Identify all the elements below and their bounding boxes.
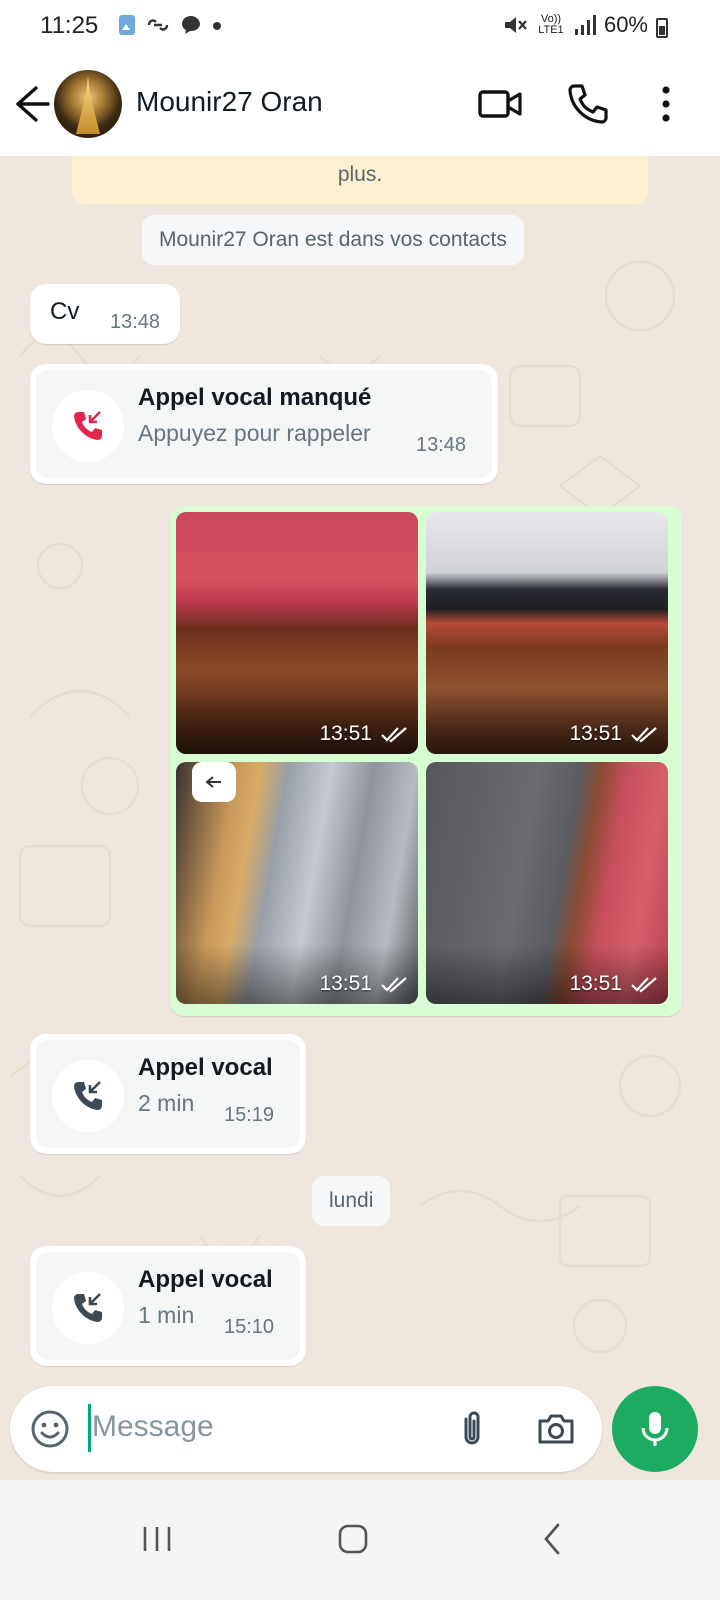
status-bar: 11:25 Vo)) LTE1 60% [0,0,720,54]
mute-icon [504,17,527,33]
attachment-icon[interactable] [450,1407,494,1451]
status-right: Vo)) LTE1 60% [502,12,670,38]
message-notification-icon [182,16,200,34]
chat-header: Mounir27 Oran [0,54,720,156]
call-title: Appel vocal [138,1266,273,1293]
incoming-call-icon [52,1060,124,1132]
dot-icon [213,22,221,30]
call-card: Appel vocal 1 min 15:10 [36,1252,300,1360]
call-duration: 2 min [138,1090,195,1116]
link-notification-icon [147,19,169,31]
home-icon[interactable] [328,1514,378,1564]
battery-icon [656,18,668,38]
call-card: Appel vocal manqué Appuyez pour rappeler… [36,370,492,478]
date-divider: lundi [312,1176,391,1226]
emoji-icon[interactable] [28,1407,72,1451]
date-divider-text: lundi [329,1189,374,1212]
call-duration: 1 min [138,1302,195,1328]
double-check-icon [381,977,407,993]
message-composer[interactable]: Message [10,1386,602,1472]
notification-icons [118,14,222,36]
camera-icon[interactable] [534,1407,578,1451]
call-subtitle: Appuyez pour rappeler [138,420,371,446]
photo-thumbnail[interactable]: 13:51 [176,762,418,1004]
photo-timestamp: 13:51 [319,972,408,996]
photo-thumbnail[interactable]: 13:51 [176,512,418,754]
message-time: 13:48 [110,311,161,333]
missed-call-bubble[interactable]: Appel vocal manqué Appuyez pour rappeler… [30,364,498,484]
photo-timestamp: 13:51 [569,972,658,996]
back-nav-icon[interactable] [528,1514,578,1564]
microphone-icon [641,1412,669,1446]
contact-notice: Mounir27 Oran est dans vos contacts [142,215,524,265]
status-time: 11:25 [40,12,99,39]
call-title: Appel vocal [138,1054,273,1081]
forward-badge[interactable] [192,762,236,802]
back-arrow-icon[interactable] [12,78,52,130]
voice-call-bubble[interactable]: Appel vocal 2 min 15:19 [30,1034,306,1154]
photo-time: 13:51 [569,972,622,995]
photo-thumbnail[interactable]: 13:51 [426,512,668,754]
contact-notice-text: Mounir27 Oran est dans vos contacts [159,228,507,251]
voice-call-icon[interactable] [564,80,612,128]
photo-thumbnail[interactable]: 13:51 [426,762,668,1004]
message-text: Cv [50,298,80,325]
photo-time: 13:51 [569,722,622,745]
message-input[interactable]: Message [92,1410,214,1444]
avatar[interactable] [54,70,122,138]
incoming-message[interactable]: Cv 13:48 [30,284,180,344]
call-card: Appel vocal 2 min 15:19 [36,1040,300,1148]
encryption-notice-text: plus. [337,163,383,186]
photo-timestamp: 13:51 [319,722,408,746]
photo-album-bubble[interactable]: 13:51 13:51 13:51 13:51 [170,506,682,1016]
battery-percent: 60% [603,12,648,37]
gallery-notification-icon [119,15,135,35]
call-time: 15:10 [224,1316,275,1338]
double-check-icon [631,977,657,993]
voice-call-bubble[interactable]: Appel vocal 1 min 15:10 [30,1246,306,1366]
contact-name[interactable]: Mounir27 Oran [136,86,323,118]
missed-call-icon [52,390,124,462]
recent-apps-icon[interactable] [132,1514,182,1564]
message-list[interactable]: plus. Mounir27 Oran est dans vos contact… [0,156,720,1390]
encryption-notice[interactable]: plus. [72,156,648,204]
text-cursor [88,1404,91,1452]
incoming-call-icon [52,1272,124,1344]
system-navigation-bar [0,1480,720,1600]
more-options-icon[interactable] [642,80,690,128]
photo-time: 13:51 [319,722,372,745]
signal-icon [574,15,596,35]
double-check-icon [631,727,657,743]
voice-message-button[interactable] [612,1386,698,1472]
photo-time: 13:51 [319,972,372,995]
call-title: Appel vocal manqué [138,384,372,411]
photo-timestamp: 13:51 [569,722,658,746]
call-time: 15:19 [224,1104,275,1126]
video-call-icon[interactable] [476,80,524,128]
forward-arrow-icon [205,776,221,788]
double-check-icon [381,727,407,743]
network-label: Vo)) LTE1 [538,13,564,36]
call-time: 13:48 [416,434,467,456]
